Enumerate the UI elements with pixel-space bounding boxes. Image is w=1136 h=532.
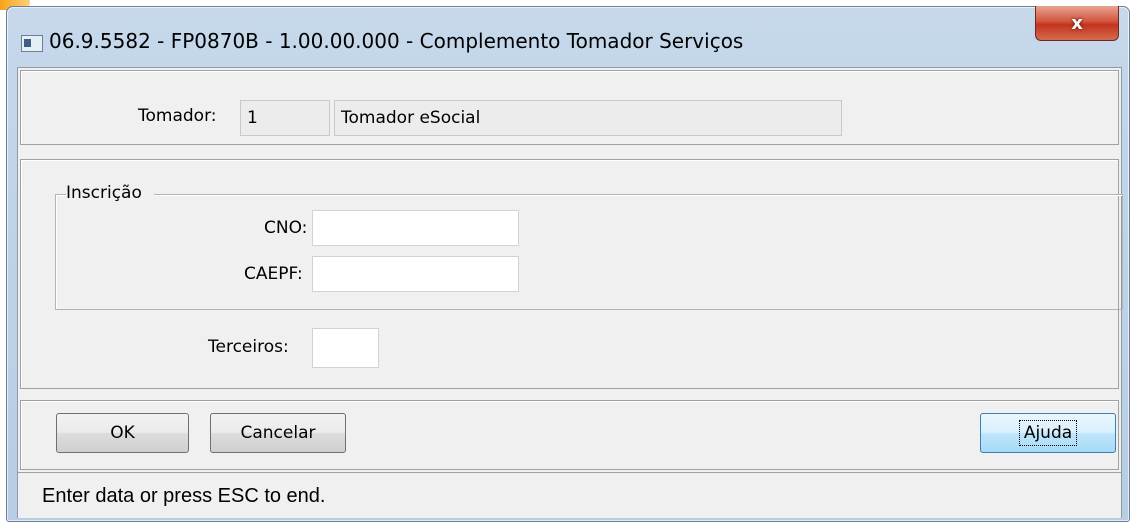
inscricao-groupbox: [55, 194, 1123, 310]
close-button[interactable]: x: [1035, 6, 1119, 41]
close-icon: x: [1071, 12, 1083, 34]
help-button-label: Ajuda: [1018, 420, 1078, 446]
caepf-label: CAEPF:: [244, 264, 303, 284]
ok-button[interactable]: OK: [56, 413, 189, 453]
tomador-name-field[interactable]: Tomador eSocial: [334, 100, 842, 136]
cancel-button[interactable]: Cancelar: [210, 413, 346, 453]
title-bar[interactable]: 06.9.5582 - FP0870B - 1.00.00.000 - Comp…: [7, 6, 1129, 67]
dialog-window: 06.9.5582 - FP0870B - 1.00.00.000 - Comp…: [6, 6, 1130, 522]
terceiros-label: Terceiros:: [208, 337, 289, 357]
cno-field[interactable]: [312, 210, 519, 246]
caepf-field[interactable]: [312, 256, 519, 292]
ok-button-label: OK: [110, 423, 135, 443]
status-bar: Enter data or press ESC to end.: [18, 472, 1121, 518]
tomador-code-field[interactable]: 1: [240, 100, 330, 136]
app-window-icon[interactable]: [21, 35, 43, 52]
dialog-body: Tomador: 1 Tomador eSocial Inscrição CNO…: [17, 67, 1123, 518]
tomador-label: Tomador:: [138, 106, 217, 126]
window-title: 06.9.5582 - FP0870B - 1.00.00.000 - Comp…: [49, 29, 744, 53]
inscricao-legend: Inscrição: [66, 183, 154, 203]
status-text: Enter data or press ESC to end.: [42, 485, 326, 507]
cno-label: CNO:: [264, 218, 308, 238]
help-button[interactable]: Ajuda: [980, 413, 1116, 453]
cancel-button-label: Cancelar: [240, 423, 316, 443]
terceiros-field[interactable]: [312, 328, 379, 368]
